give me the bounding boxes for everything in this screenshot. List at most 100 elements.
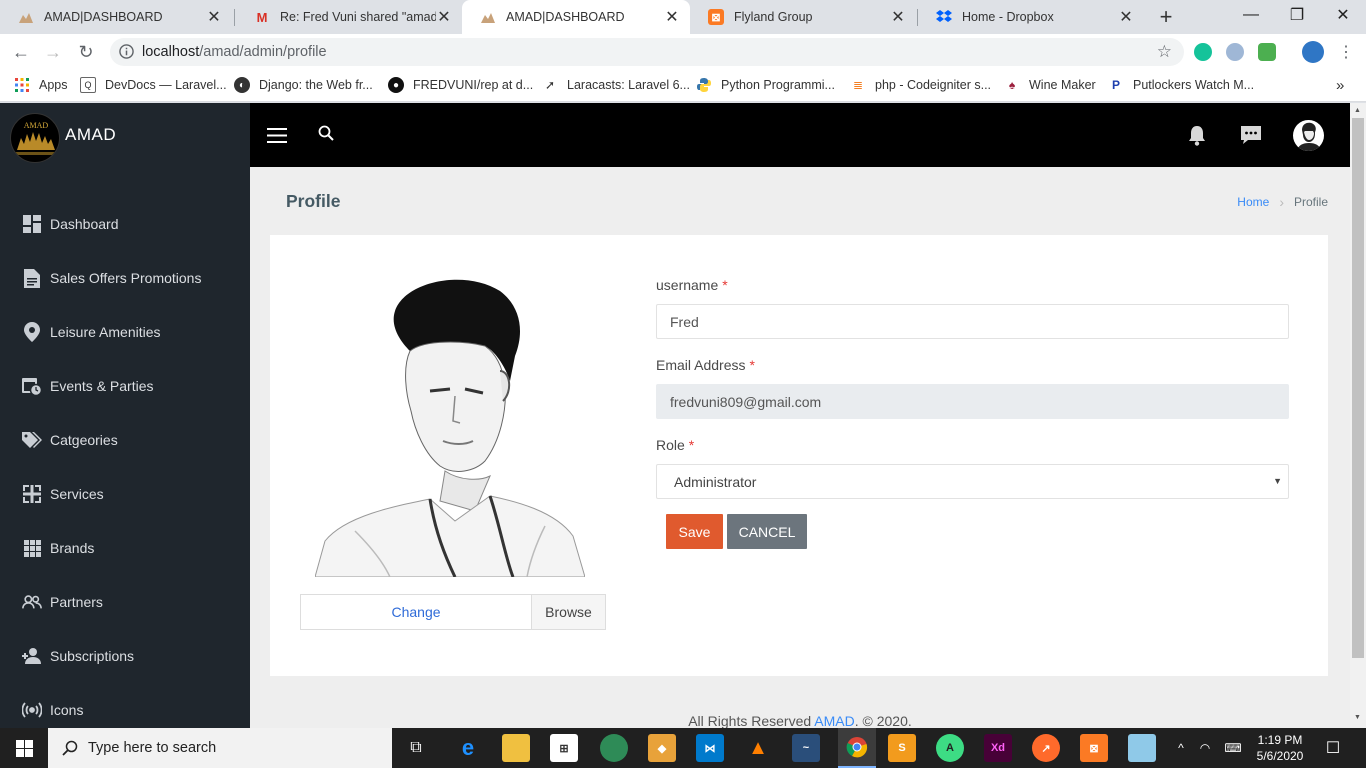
browser-tab[interactable]: ⊠ Flyland Group ✕ bbox=[690, 0, 916, 34]
new-tab-icon[interactable]: + bbox=[1155, 4, 1177, 30]
wifi-icon[interactable]: ◠ bbox=[1196, 728, 1214, 768]
xampp-icon[interactable]: ⊠ bbox=[1080, 734, 1108, 762]
cancel-button[interactable]: CANCEL bbox=[727, 514, 807, 549]
brand-logo[interactable]: AMAD bbox=[10, 113, 60, 163]
grammarly-icon[interactable] bbox=[1194, 43, 1212, 61]
edge-icon[interactable]: e bbox=[454, 734, 482, 762]
browser-tab-active[interactable]: AMAD|DASHBOARD ✕ bbox=[462, 0, 690, 34]
search-icon bbox=[62, 740, 78, 756]
browser-toolbar: ← → ↻ localhost/amad/admin/profile ☆ ⋮ bbox=[0, 34, 1366, 70]
back-icon[interactable]: ← bbox=[8, 39, 34, 65]
browser-tab[interactable]: AMAD|DASHBOARD ✕ bbox=[0, 0, 232, 34]
close-window-icon[interactable]: ✕ bbox=[1320, 0, 1366, 30]
close-tab-icon[interactable]: ✕ bbox=[890, 7, 906, 27]
sidebar-item-brands[interactable]: Brands bbox=[0, 521, 250, 575]
dashboard-icon bbox=[22, 214, 42, 234]
notifications-icon[interactable]: ☐ bbox=[1320, 728, 1346, 768]
brand-name[interactable]: AMAD bbox=[65, 125, 116, 145]
footer-brand-link[interactable]: AMAD bbox=[814, 713, 854, 728]
hamburger-menu-icon[interactable] bbox=[267, 128, 287, 143]
browse-button[interactable]: Browse bbox=[531, 595, 605, 629]
mysql-workbench-icon[interactable]: ~ bbox=[792, 734, 820, 762]
bookmark-link[interactable]: Q DevDocs — Laravel... bbox=[80, 77, 227, 93]
sidebar-item-services[interactable]: Services bbox=[0, 467, 250, 521]
extension-icon[interactable] bbox=[1226, 43, 1244, 61]
bookmark-link[interactable]: ♠ Wine Maker bbox=[1004, 77, 1096, 93]
store-icon[interactable]: ⊞ bbox=[550, 734, 578, 762]
bookmark-link[interactable]: P Putlockers Watch M... bbox=[1108, 77, 1254, 93]
show-hidden-icons[interactable]: ^ bbox=[1172, 728, 1190, 768]
close-tab-icon[interactable]: ✕ bbox=[664, 7, 680, 27]
adobe-xd-icon[interactable]: Xd bbox=[984, 734, 1012, 762]
profile-avatar-icon[interactable] bbox=[1302, 41, 1324, 63]
close-tab-icon[interactable]: ✕ bbox=[1118, 7, 1134, 27]
putlockers-icon: P bbox=[1111, 78, 1120, 92]
profile-image-file-input[interactable]: Change Browse bbox=[300, 594, 606, 630]
close-tab-icon[interactable]: ✕ bbox=[436, 7, 452, 27]
user-avatar[interactable] bbox=[1293, 120, 1324, 151]
search-icon[interactable] bbox=[318, 125, 334, 141]
taskbar-clock[interactable]: 1:19 PM 5/6/2020 bbox=[1250, 732, 1310, 764]
info-icon[interactable] bbox=[119, 44, 134, 59]
sidebar-item-subscriptions[interactable]: Subscriptions bbox=[0, 629, 250, 683]
notification-bell-icon[interactable] bbox=[1187, 125, 1207, 146]
bookmark-link[interactable]: Python Programmi... bbox=[696, 77, 835, 93]
footer: All Rights Reserved AMAD. © 2020. bbox=[688, 713, 912, 728]
task-view-icon[interactable]: ⧉ bbox=[402, 734, 430, 762]
sidebar-item-leisure-amenities[interactable]: Leisure Amenities bbox=[0, 305, 250, 359]
menu-dots-icon[interactable]: ⋮ bbox=[1338, 42, 1354, 62]
sidebar-item-events-parties[interactable]: Events & Parties bbox=[0, 359, 250, 413]
git-icon[interactable]: ◆ bbox=[648, 734, 676, 762]
scroll-up-icon[interactable]: ▲ bbox=[1354, 107, 1361, 114]
sidebar-item-icons[interactable]: Icons bbox=[0, 683, 250, 728]
windows-start-icon[interactable] bbox=[0, 728, 48, 768]
services-icon bbox=[22, 484, 42, 504]
close-tab-icon[interactable]: ✕ bbox=[206, 7, 222, 27]
scrollbar-thumb[interactable] bbox=[1352, 118, 1364, 658]
android-studio-icon[interactable]: A bbox=[936, 734, 964, 762]
change-image-button[interactable]: Change bbox=[301, 595, 531, 629]
role-select[interactable]: Administrator ▼ bbox=[656, 464, 1289, 499]
page-scrollbar[interactable]: ▲ ▼ bbox=[1350, 103, 1366, 728]
vscode-icon[interactable]: ⋈ bbox=[696, 734, 724, 762]
sidebar-item-sales-offers-promotions[interactable]: Sales Offers Promotions bbox=[0, 251, 250, 305]
maximize-icon[interactable]: ❐ bbox=[1274, 0, 1320, 30]
keyboard-icon[interactable]: ⌨ bbox=[1220, 728, 1246, 768]
minimize-icon[interactable]: — bbox=[1228, 0, 1274, 30]
sidebar-item-dashboard[interactable]: Dashboard bbox=[0, 197, 250, 251]
address-bar[interactable]: localhost/amad/admin/profile ☆ bbox=[110, 38, 1184, 66]
postman-icon[interactable]: ↗ bbox=[1032, 734, 1060, 762]
bookmark-apps[interactable]: Apps bbox=[14, 77, 68, 93]
devdocs-icon: Q bbox=[80, 77, 96, 93]
file-explorer-icon[interactable] bbox=[502, 734, 530, 762]
notepad-icon[interactable] bbox=[1128, 734, 1156, 762]
username-field[interactable]: Fred bbox=[656, 304, 1289, 339]
bookmark-star-icon[interactable]: ☆ bbox=[1157, 42, 1172, 62]
browser-tab[interactable]: Home - Dropbox ✕ bbox=[918, 0, 1144, 34]
forward-icon[interactable]: → bbox=[40, 39, 66, 65]
tags-icon bbox=[22, 430, 42, 450]
bookmark-link[interactable]: ➚ Laracasts: Laravel 6... bbox=[542, 77, 690, 93]
email-field[interactable]: fredvuni809@gmail.com bbox=[656, 384, 1289, 419]
bookmark-link[interactable]: ≣ php - Codeigniter s... bbox=[850, 77, 991, 93]
browser-tab[interactable]: M Re: Fred Vuni shared "amad.sq ✕ bbox=[236, 0, 462, 34]
breadcrumb-home-link[interactable]: Home bbox=[1237, 195, 1269, 209]
apps-grid-icon bbox=[14, 77, 30, 93]
sublime-text-icon[interactable]: S bbox=[888, 734, 916, 762]
chrome-icon[interactable] bbox=[838, 728, 876, 768]
more-bookmarks-icon[interactable]: » bbox=[1336, 77, 1344, 94]
profile-card: Change Browse username * Fred Email Addre… bbox=[270, 235, 1328, 676]
reload-icon[interactable]: ↻ bbox=[73, 39, 99, 65]
vlc-icon[interactable]: ▲ bbox=[744, 734, 772, 762]
bookmark-link[interactable]: ◐ Django: the Web fr... bbox=[234, 77, 373, 93]
bookmark-link[interactable]: ● FREDVUNI/rep at d... bbox=[388, 77, 533, 93]
messages-icon[interactable] bbox=[1240, 125, 1262, 145]
sidebar-item-catgeories[interactable]: Catgeories bbox=[0, 413, 250, 467]
extension-icon[interactable] bbox=[1258, 43, 1276, 61]
sidebar-item-partners[interactable]: Partners bbox=[0, 575, 250, 629]
scroll-down-icon[interactable]: ▼ bbox=[1354, 714, 1361, 721]
calendar-clock-icon bbox=[22, 376, 42, 396]
save-button[interactable]: Save bbox=[666, 514, 723, 549]
app-icon[interactable] bbox=[600, 734, 628, 762]
taskbar-search[interactable]: Type here to search bbox=[48, 728, 392, 768]
